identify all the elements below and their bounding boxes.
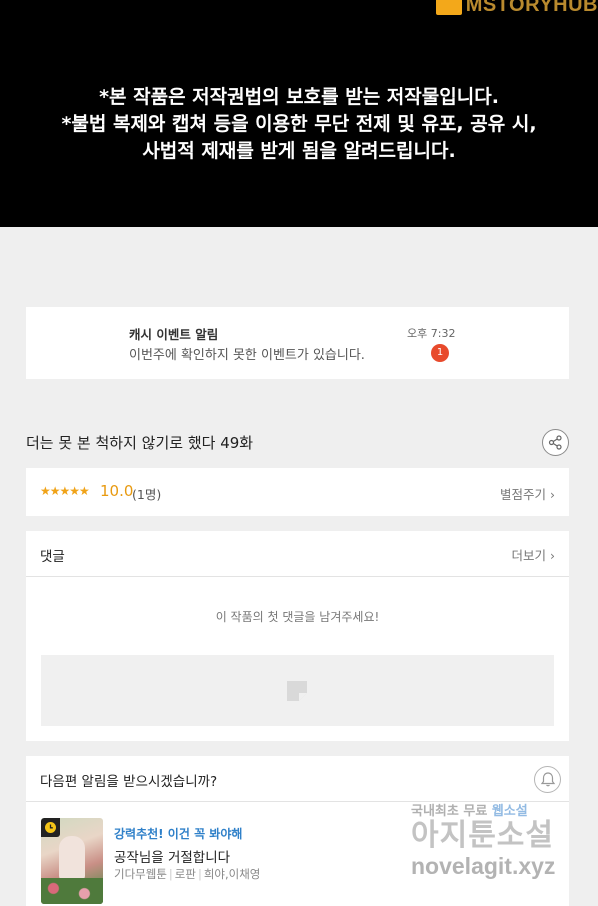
alarm-message: 이번주에 확인하지 못한 이벤트가 있습니다.: [129, 348, 365, 363]
rate-button[interactable]: 별점주기 ›: [500, 484, 555, 503]
rating-count: (1명): [132, 487, 162, 502]
bell-button[interactable]: [534, 766, 561, 793]
event-alarm-card[interactable]: 캐시 이벤트 알림 이번주에 확인하지 못한 이벤트가 있습니다. 오후 7:3…: [26, 307, 569, 379]
bell-icon: [540, 772, 556, 787]
alarm-count-badge: 1: [431, 344, 449, 362]
rating-card: ★★★★★ 10.0 (1명) 별점주기 ›: [26, 468, 569, 516]
comments-more-button[interactable]: 더보기 ›: [512, 545, 555, 564]
recommended-work-thumbnail[interactable]: [41, 818, 103, 904]
thumbnail-flowers: [41, 878, 103, 904]
share-icon: [548, 435, 562, 450]
work-genre: 기다무웹툰: [114, 867, 167, 881]
episode-title: 더는 못 본 척하지 않기로 했다 49화: [26, 434, 254, 452]
rating-score: 10.0: [100, 482, 134, 500]
star-rating-icon: ★★★★★: [40, 484, 90, 498]
brand-logo-icon: [435, 0, 462, 15]
comments-label: 댓글: [40, 549, 65, 565]
comment-input[interactable]: [41, 655, 554, 726]
comments-empty-message: 이 작품의 첫 댓글을 남겨주세요!: [215, 610, 380, 624]
meta-separator: |: [168, 867, 173, 881]
promo-tagline: 강력추천! 이건 꼭 봐야해: [114, 827, 243, 841]
copyright-banner: MSTORYHUB *본 작품은 저작권법의 보호를 받는 저작물입니다. *불…: [0, 0, 598, 227]
recommended-work-meta: 기다무웹툰 | 로판 | 희야,이채영: [114, 866, 260, 882]
copyright-notice: *본 작품은 저작권법의 보호를 받는 저작물입니다. *불법 복제와 캡쳐 등…: [0, 84, 598, 165]
brand-logo: MSTORYHUB: [435, 0, 598, 17]
meta-separator: |: [197, 867, 202, 881]
wait-free-clock-icon: [41, 818, 60, 837]
next-episode-card: 다음편 알림을 받으시겠습니까? 강력추천! 이건 꼭 봐야해 공작님을 거절합…: [26, 756, 569, 906]
thumbnail-figure: [59, 836, 85, 880]
comments-card: 댓글 더보기 › 이 작품의 첫 댓글을 남겨주세요!: [26, 531, 569, 741]
notice-line: *본 작품은 저작권법의 보호를 받는 저작물입니다.: [99, 86, 499, 108]
comments-header: 댓글 더보기 ›: [26, 531, 569, 577]
next-alert-header: 다음편 알림을 받으시겠습니까?: [26, 756, 569, 802]
notice-line: *불법 복제와 캡쳐 등을 이용한 무단 전제 및 유포, 공유 시,: [61, 113, 537, 135]
comment-placeholder-icon: [287, 681, 307, 701]
alarm-time: 오후 7:32: [407, 327, 456, 340]
work-category: 로판: [174, 867, 196, 881]
alarm-title: 캐시 이벤트 알림: [129, 327, 219, 342]
work-authors: 희야,이채영: [203, 867, 261, 881]
notice-line: 사법적 제재를 받게 됨을 알려드립니다.: [142, 140, 456, 162]
share-button[interactable]: [542, 429, 569, 456]
brand-text: MSTORYHUB: [465, 0, 598, 16]
recommended-work-title[interactable]: 공작님을 거절합니다: [114, 846, 230, 866]
next-alert-question: 다음편 알림을 받으시겠습니까?: [40, 774, 218, 790]
